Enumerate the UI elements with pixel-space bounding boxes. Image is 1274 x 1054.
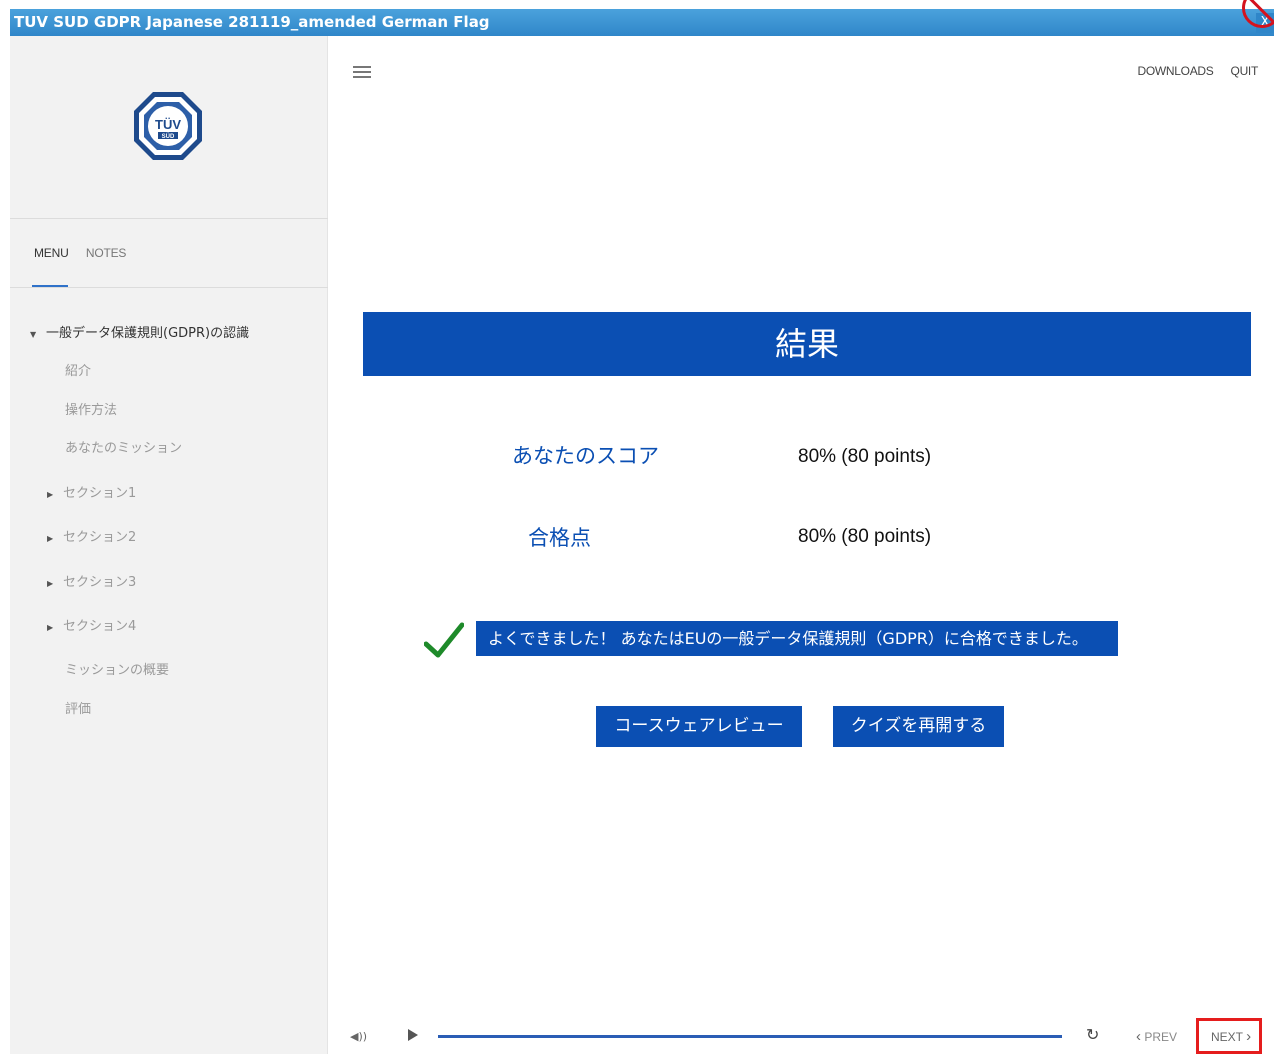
logo-line2: SÜD [162, 133, 175, 140]
caret-right-icon: ▶ [47, 579, 54, 588]
checkmark-icon [424, 622, 464, 658]
tree-item-section4[interactable]: ▶ セクション4 [47, 615, 136, 634]
tab-notes[interactable]: NOTES [86, 246, 127, 260]
quit-link[interactable]: QUIT [1231, 64, 1259, 78]
tree-item-section2[interactable]: ▶ セクション2 [47, 526, 136, 545]
progress-bar[interactable] [438, 1035, 1062, 1038]
tree-item-gdpr-course[interactable]: ▼ 一般データ保護規則(GDPR)の認識 [30, 322, 249, 341]
passing-score-label: 合格点 [528, 526, 591, 550]
chevron-right-icon: › [1246, 1028, 1252, 1045]
courseware-review-button[interactable]: コースウェアレビュー [596, 706, 802, 747]
window-title-bar: TUV SUD GDPR Japanese 281119_amended Ger… [10, 9, 1274, 36]
tree-item-mission[interactable]: あなたのミッション [65, 437, 182, 456]
your-score-label: あなたのスコア [512, 444, 659, 468]
replay-icon[interactable]: ↻ [1086, 1025, 1099, 1044]
retry-quiz-button[interactable]: クイズを再開する [833, 706, 1004, 747]
tab-menu[interactable]: MENU [34, 246, 69, 260]
tree-item-evaluation[interactable]: 評価 [65, 698, 91, 717]
tree-item-section1[interactable]: ▶ セクション1 [47, 482, 136, 501]
hamburger-menu-icon[interactable] [353, 66, 371, 81]
caret-down-icon: ▼ [30, 330, 37, 339]
your-score-value: 80% (80 points) [798, 446, 932, 467]
sidebar-divider [10, 218, 328, 219]
chevron-left-icon: ‹ [1136, 1028, 1141, 1045]
volume-icon[interactable]: ◀)) [350, 1030, 367, 1043]
window-title: TUV SUD GDPR Japanese 281119_amended Ger… [14, 13, 490, 31]
caret-right-icon: ▶ [47, 490, 54, 499]
tree-item-mission-summary[interactable]: ミッションの概要 [65, 659, 169, 678]
downloads-link[interactable]: DOWNLOADS [1138, 64, 1214, 78]
prev-button[interactable]: ‹ PREV [1136, 1028, 1177, 1045]
logo-line1: TÜV [155, 117, 181, 132]
tuv-sud-logo: TÜV SÜD [134, 92, 202, 160]
caret-right-icon: ▶ [47, 534, 54, 543]
top-links: DOWNLOADS QUIT [1124, 64, 1259, 78]
passing-score-value: 80% (80 points) [798, 526, 932, 547]
player-bar: ◀)) ↻ ‹ PREV NEXT › [328, 1018, 1274, 1054]
sidebar-tabs: MENU NOTES [34, 246, 140, 260]
tabs-divider [10, 287, 328, 288]
tree-item-how-to[interactable]: 操作方法 [65, 399, 117, 418]
tree-item-section3[interactable]: ▶ セクション3 [47, 571, 136, 590]
tree-item-intro[interactable]: 紹介 [65, 360, 91, 379]
play-icon[interactable] [408, 1029, 418, 1041]
next-button[interactable]: NEXT › [1196, 1018, 1262, 1054]
result-heading: 結果 [363, 312, 1251, 376]
pass-message: よくできました！ あなたはEUの一般データ保護規則（GDPR）に合格できました。 [476, 621, 1118, 656]
caret-right-icon: ▶ [47, 623, 54, 632]
sidebar: TÜV SÜD MENU NOTES ▼ 一般データ保護規則(GDPR)の認識 紹… [10, 36, 328, 1054]
